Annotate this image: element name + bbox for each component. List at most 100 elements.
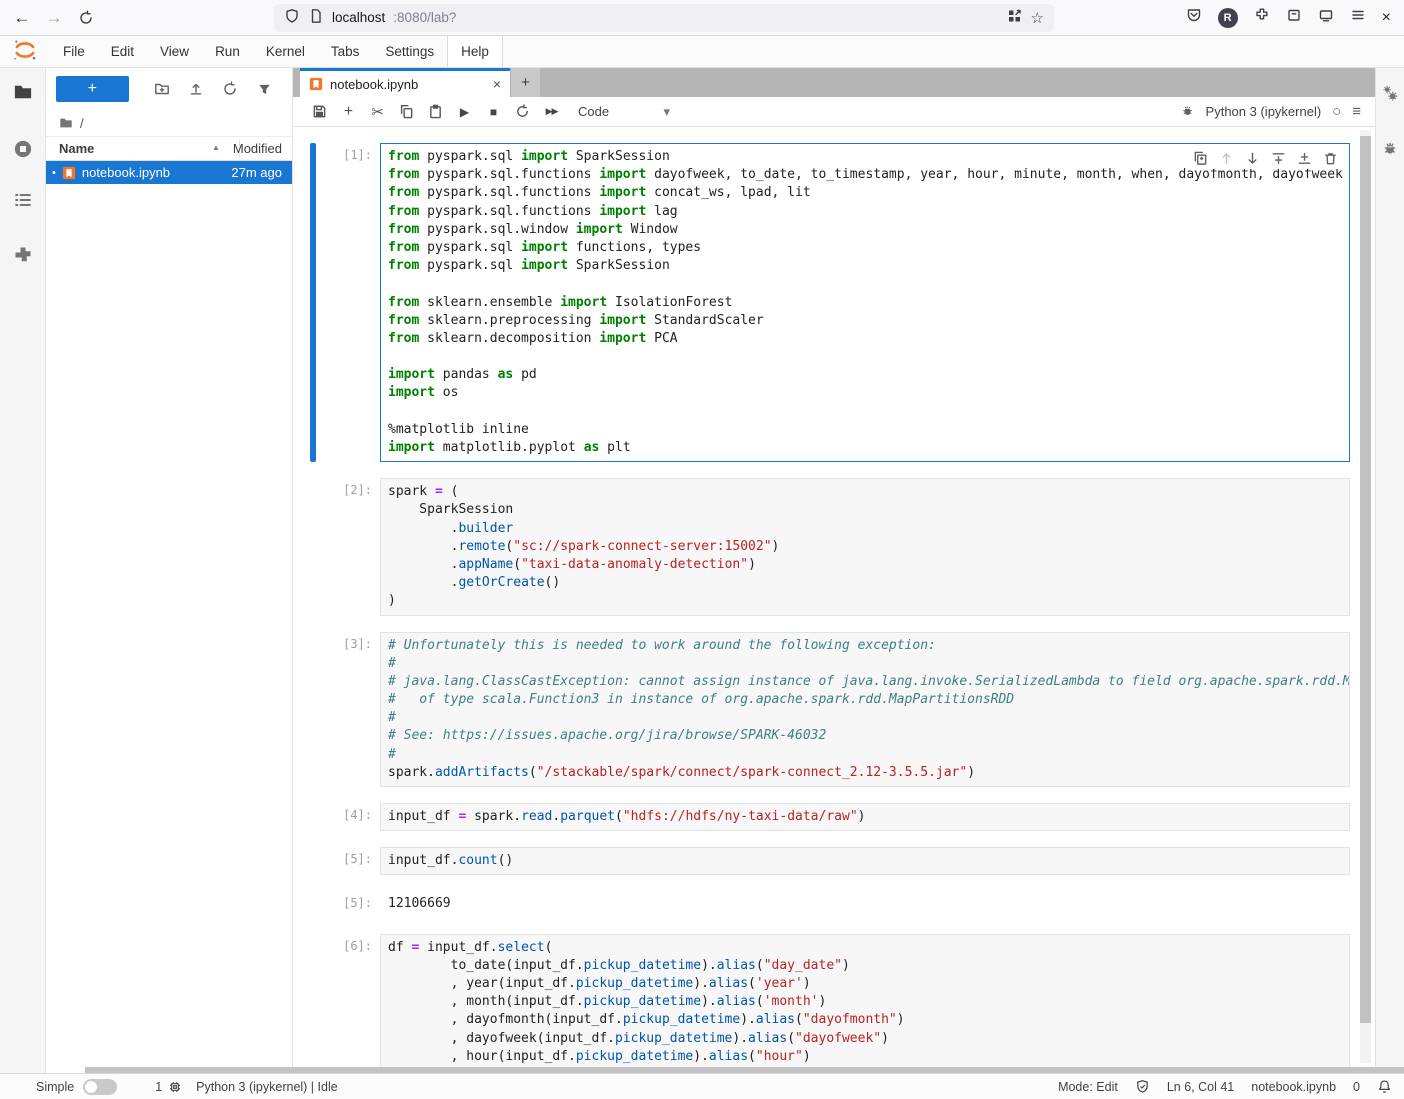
bell-icon[interactable] xyxy=(1377,1079,1392,1094)
cell-editor[interactable]: from pyspark.sql import SparkSessionfrom… xyxy=(380,143,1350,462)
delete-cell-icon[interactable] xyxy=(1320,148,1341,168)
insert-cell-above-icon[interactable] xyxy=(1268,148,1289,168)
notebook-tab[interactable]: notebook.ipynb × xyxy=(300,68,510,97)
menu-file[interactable]: File xyxy=(50,36,98,67)
code-line xyxy=(388,403,1342,421)
running-kernels-icon[interactable] xyxy=(11,137,35,161)
kernel-sessions[interactable]: 1 xyxy=(155,1080,182,1094)
extension-icon[interactable] xyxy=(1254,7,1270,28)
bookmark-star-icon[interactable]: ☆ xyxy=(1031,9,1044,27)
code-line: , month(input_df.pickup_datetime).alias(… xyxy=(388,993,1342,1011)
code-line: # xyxy=(388,655,1342,673)
move-cell-down-icon[interactable] xyxy=(1242,148,1263,168)
menu-icon[interactable] xyxy=(1350,7,1366,28)
cell-type-dropdown[interactable]: Code ▾ xyxy=(578,104,680,120)
cell-editor[interactable]: # Unfortunately this is needed to work a… xyxy=(380,632,1350,788)
menu-help[interactable]: Help xyxy=(447,36,503,67)
code-line xyxy=(388,348,1342,366)
scrollbar-thumb[interactable] xyxy=(1360,136,1371,1023)
cell-collapser[interactable] xyxy=(310,934,316,1073)
simple-mode-toggle[interactable] xyxy=(83,1079,117,1095)
run-all-icon[interactable]: ▶▶ xyxy=(537,99,566,125)
page-icon[interactable] xyxy=(308,8,324,27)
menu-view[interactable]: View xyxy=(147,36,202,67)
extension-manager-icon[interactable] xyxy=(11,243,35,267)
cell-collapser[interactable] xyxy=(310,143,316,462)
reload-icon[interactable] xyxy=(70,3,102,33)
chip-icon xyxy=(168,1080,182,1094)
cursor-position[interactable]: Ln 6, Col 41 xyxy=(1167,1080,1234,1094)
menu-edit[interactable]: Edit xyxy=(98,36,147,67)
save-icon[interactable] xyxy=(305,99,334,125)
cell-collapser[interactable] xyxy=(310,632,316,788)
monitor-icon[interactable] xyxy=(1318,7,1334,28)
cell-collapser[interactable] xyxy=(310,803,316,831)
name-column-header[interactable]: Name xyxy=(59,141,94,156)
code-line: input_df = spark.read.parquet("hdfs://hd… xyxy=(388,808,1342,826)
menu-tabs[interactable]: Tabs xyxy=(318,36,373,67)
profile-avatar[interactable]: R xyxy=(1218,8,1238,28)
add-cell-icon[interactable]: + xyxy=(334,99,363,125)
window-close-icon[interactable]: × xyxy=(1382,9,1391,27)
table-of-contents-icon[interactable] xyxy=(11,188,35,212)
toolbar-menu-icon[interactable]: ≡ xyxy=(1352,103,1361,120)
breadcrumb-root[interactable]: / xyxy=(80,116,84,131)
copy-cells-icon[interactable] xyxy=(392,99,421,125)
url-bar[interactable]: localhost:8080/lab? ☆ xyxy=(274,4,1054,32)
filter-icon[interactable] xyxy=(248,76,282,102)
horizontal-scrollbar[interactable] xyxy=(85,1067,1404,1073)
active-file-name[interactable]: notebook.ipynb xyxy=(1251,1080,1336,1094)
shield-icon[interactable] xyxy=(284,8,300,27)
cells: [1]:from pyspark.sql import SparkSession… xyxy=(293,143,1375,1073)
menu-settings[interactable]: Settings xyxy=(372,36,447,67)
file-row-selected[interactable]: • notebook.ipynb 27m ago xyxy=(46,161,292,184)
cut-cells-icon[interactable]: ✂ xyxy=(363,99,392,125)
insert-cell-below-icon[interactable] xyxy=(1294,148,1315,168)
back-icon[interactable]: ← xyxy=(6,3,38,33)
cell-editor[interactable]: spark = ( SparkSession .builder .remote(… xyxy=(380,478,1350,615)
cell-editor[interactable]: input_df = spark.read.parquet("hdfs://hd… xyxy=(380,803,1350,831)
restart-kernel-icon[interactable] xyxy=(508,99,537,125)
cell-collapser[interactable] xyxy=(310,891,316,917)
duplicate-cell-icon[interactable] xyxy=(1190,148,1211,168)
code-line: df = input_df.select( xyxy=(388,939,1342,957)
file-browser-icon[interactable] xyxy=(11,80,35,104)
menu-run[interactable]: Run xyxy=(202,36,253,67)
chevron-down-icon: ▾ xyxy=(663,104,670,120)
mode-indicator[interactable]: Mode: Edit xyxy=(1058,1080,1118,1094)
tab-close-icon[interactable]: × xyxy=(493,76,501,92)
kernel-status-text[interactable]: Python 3 (ipykernel) | Idle xyxy=(196,1080,338,1094)
interrupt-kernel-icon[interactable]: ■ xyxy=(479,99,508,125)
code-line: from sklearn.decomposition import PCA xyxy=(388,330,1342,348)
kernel-count: 1 xyxy=(155,1080,162,1094)
kernel-name[interactable]: Python 3 (ipykernel) xyxy=(1206,104,1322,119)
forward-icon[interactable]: → xyxy=(38,3,70,33)
pocket-icon[interactable] xyxy=(1186,7,1202,28)
property-inspector-icon[interactable] xyxy=(1381,84,1399,107)
paste-cells-icon[interactable] xyxy=(421,99,450,125)
cell-editor[interactable]: input_df.count() xyxy=(380,847,1350,875)
kernel-status-icon[interactable]: ○ xyxy=(1332,103,1341,120)
breadcrumb[interactable]: / xyxy=(46,110,292,136)
notebook-scrollbar[interactable] xyxy=(1360,130,1371,1063)
debugger-panel-icon[interactable] xyxy=(1381,139,1399,162)
library-icon[interactable] xyxy=(1286,7,1302,28)
new-launcher-button[interactable]: + xyxy=(56,76,129,102)
cell-editor[interactable]: df = input_df.select( to_date(input_df.p… xyxy=(380,934,1350,1073)
menu-kernel[interactable]: Kernel xyxy=(253,36,318,67)
new-tab-button[interactable]: + xyxy=(510,68,540,97)
debugger-bug-icon[interactable] xyxy=(1180,103,1195,121)
sort-ascending-icon: ▲ xyxy=(212,143,220,152)
notification-count[interactable]: 0 xyxy=(1353,1080,1360,1094)
move-cell-up-icon[interactable] xyxy=(1216,148,1237,168)
cell-collapser[interactable] xyxy=(310,478,316,615)
run-cell-icon[interactable]: ▶ xyxy=(450,99,479,125)
modified-column-header[interactable]: Modified xyxy=(233,141,282,156)
new-folder-icon[interactable] xyxy=(145,76,179,102)
cell-collapser[interactable] xyxy=(310,847,316,875)
code-line: from pyspark.sql.functions import concat… xyxy=(388,184,1342,202)
upload-icon[interactable] xyxy=(179,76,213,102)
refresh-icon[interactable] xyxy=(213,76,247,102)
code-line: to_date(input_df.pickup_datetime).alias(… xyxy=(388,957,1342,975)
reader-grid-icon[interactable] xyxy=(1007,8,1023,27)
